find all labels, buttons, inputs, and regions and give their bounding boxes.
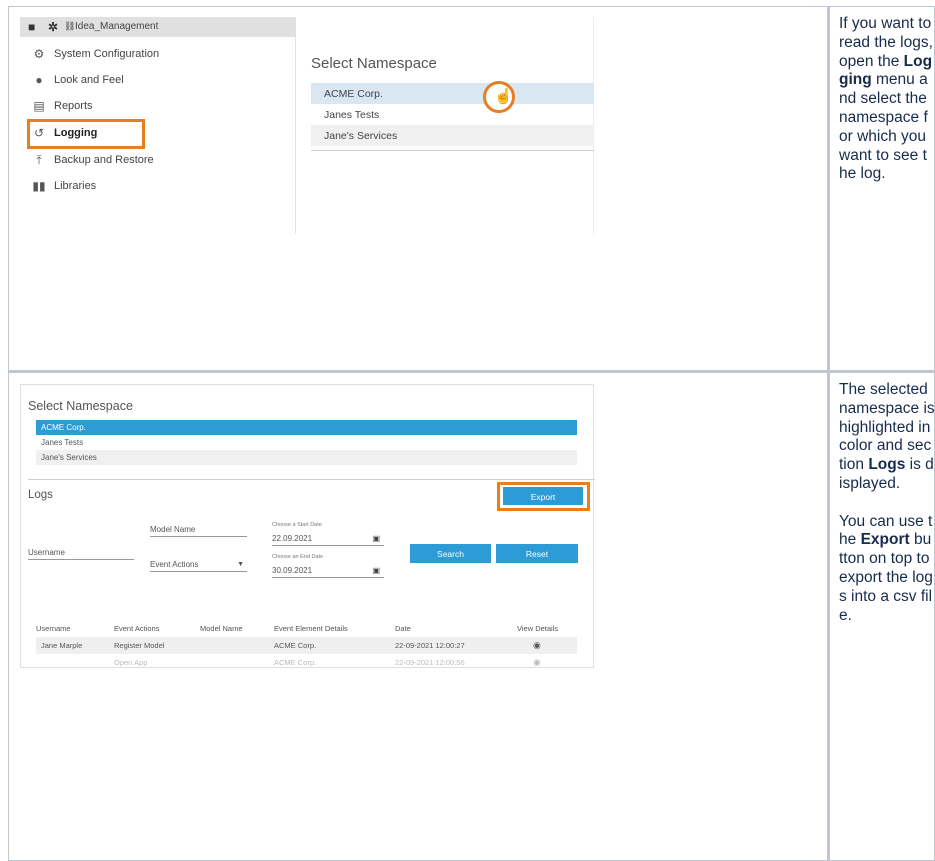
model-name-label: Model Name [150,525,196,534]
end-date-label: Choose an End Date [272,554,324,560]
folder-icon[interactable]: ■ [28,20,35,34]
gear-icon[interactable]: ✲ [48,20,58,34]
username-field[interactable]: Username [28,544,134,560]
select-namespace-title: Select Namespace [311,55,437,72]
screenshot-logging-menu: ■ ✲ ⛓ Idea_Management ⚙ System Configura… [20,17,594,234]
caret-down-icon: ▼ [237,561,244,568]
nav-item-libraries[interactable]: ▮▮ Libraries [20,173,296,199]
nav-label: Backup and Restore [54,154,154,166]
namespace-row-janes-tests[interactable]: Janes Tests [311,104,594,125]
calendar-icon[interactable]: ▣ [372,566,380,575]
logging-highlight [27,119,145,149]
divider [28,479,595,480]
model-name-field[interactable]: Model Name [150,521,247,537]
start-date-label: Choose a Start Date [272,522,322,528]
logs-title: Logs [28,489,53,501]
project-name[interactable]: Idea_Management [75,21,158,32]
divider [311,150,594,151]
export-highlight [497,482,590,511]
nav-label: Libraries [54,180,97,192]
nav-item-system-configuration[interactable]: ⚙ System Configuration [20,41,296,67]
cell-event-action: Open App [114,658,148,667]
eye-icon[interactable]: ◉ [533,640,541,651]
instruction-text-1: If you want to read the logs, open the L… [839,15,935,203]
end-date-value: 30.09.2021 [272,566,313,575]
text-2b: Logs [868,456,906,474]
text-cell-1: If you want to read the logs, open the L… [829,6,935,371]
palette-icon: ● [35,73,43,87]
top-bar: ■ ✲ ⛓ Idea_Management [20,17,296,37]
screenshot-logs-view: Select Namespace ACME Corp. Janes Tests … [20,384,595,671]
text-2e: Export [860,531,910,549]
start-date-field[interactable]: Choose a Start Date 22.09.2021 ▣ [272,522,384,546]
namespace-row-acme[interactable]: ACME Corp. [36,420,577,435]
cell-date: 22-09-2021 12:00:56 [395,658,465,667]
gears-icon: ⚙ [33,47,45,61]
event-actions-select[interactable]: Event Actions ▼ [150,556,247,572]
cell-event-details: ACME Corp. [274,658,317,667]
table-row[interactable]: Open App ACME Corp. 22-09-2021 12:00:56 … [36,654,577,671]
nav-label: Look and Feel [54,74,124,86]
reset-button[interactable]: Reset [496,544,578,563]
cell-event-action: Register Model [114,641,165,650]
event-actions-label: Event Actions [150,560,199,569]
column-header-event-actions[interactable]: Event Actions [114,624,159,633]
cursor-highlight: ☝ [483,81,515,113]
upload-icon: ⤒ [36,153,42,167]
cell-event-details: ACME Corp. [274,641,317,650]
nav-item-reports[interactable]: ▤ Reports [20,93,296,119]
end-date-field[interactable]: Choose an End Date 30.09.2021 ▣ [272,554,384,578]
eye-icon[interactable]: ◉ [533,657,541,668]
username-label: Username [28,548,65,557]
network-icon: ⛓ [64,21,76,31]
image-cell-2: Select Namespace ACME Corp. Janes Tests … [8,371,829,861]
column-header-event-element-details[interactable]: Event Element Details [274,624,348,633]
instruction-text-2: The selected namespace is highlighted in… [839,381,935,644]
namespace-row-janes-services[interactable]: Jane's Services [36,450,577,465]
table-row[interactable]: Jane Marple Register Model ACME Corp. 22… [36,637,577,654]
nav-item-look-and-feel[interactable]: ● Look and Feel [20,67,296,93]
start-date-value: 22.09.2021 [272,534,313,543]
namespace-row-acme[interactable]: ACME Corp. [311,83,594,104]
namespace-row-janes-tests[interactable]: Janes Tests [36,435,577,450]
doc-table: ■ ✲ ⛓ Idea_Management ⚙ System Configura… [0,0,935,861]
nav-item-backup-and-restore[interactable]: ⤒ Backup and Restore [20,147,296,173]
cell-date: 22-09-2021 12:00:27 [395,641,465,650]
text-cell-2: The selected namespace is highlighted in… [829,371,935,861]
nav-label: Reports [54,100,93,112]
namespace-row-janes-services[interactable]: Jane's Services [311,125,594,146]
calendar-icon[interactable]: ▣ [372,534,380,543]
hand-cursor-icon: ☝ [494,88,513,105]
column-header-model-name[interactable]: Model Name [200,624,243,633]
column-header-username[interactable]: Username [36,624,71,633]
books-icon: ▮▮ [32,179,46,193]
search-button[interactable]: Search [410,544,491,563]
cell-username: Jane Marple [41,641,83,650]
image-cell-1: ■ ✲ ⛓ Idea_Management ⚙ System Configura… [8,6,829,371]
nav-label: System Configuration [54,48,160,60]
namespace-pane: Select Namespace ACME Corp. Janes Tests … [297,37,594,234]
column-header-date[interactable]: Date [395,624,411,633]
select-namespace-title: Select Namespace [28,399,133,413]
document-icon: ▤ [33,99,45,113]
column-header-view-details[interactable]: View Details [517,624,558,633]
